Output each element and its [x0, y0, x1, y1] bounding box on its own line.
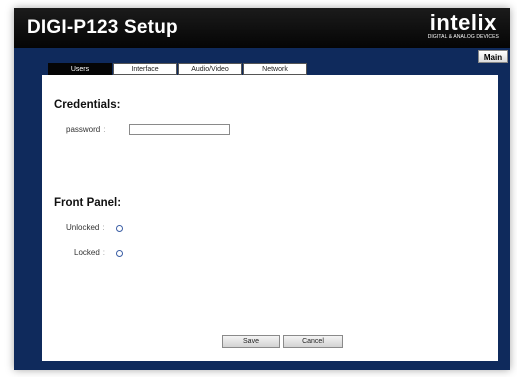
unlocked-label: Unlocked — [66, 223, 100, 232]
unlocked-radio[interactable] — [116, 225, 123, 232]
password-label-row: password: — [66, 125, 105, 134]
locked-label-row: Locked: — [74, 248, 105, 257]
colon-separator: : — [102, 223, 105, 232]
colon-separator: : — [102, 248, 106, 257]
tab-interface[interactable]: Interface — [113, 63, 177, 75]
cancel-button[interactable]: Cancel — [283, 335, 343, 348]
logo-word: intelix — [429, 10, 497, 35]
unlocked-label-row: Unlocked: — [66, 223, 105, 232]
locked-label: Locked — [74, 248, 100, 257]
logo-tagline: DIGITAL & ANALOG DEVICES — [427, 34, 499, 40]
colon-separator: : — [103, 125, 106, 134]
save-button[interactable]: Save — [222, 335, 280, 348]
tab-bar: Users Interface Audio/Video Network — [48, 63, 308, 75]
tab-users[interactable]: Users — [48, 63, 112, 75]
front-panel-heading: Front Panel: — [54, 197, 122, 209]
setup-window: DIGI-P123 Setup intelix DIGITAL & ANALOG… — [14, 8, 510, 370]
app-title: DIGI-P123 Setup — [27, 17, 178, 38]
credentials-heading: Credentials: — [54, 99, 121, 111]
main-button[interactable]: Main — [478, 50, 508, 63]
users-panel: Credentials: password: Front Panel: Unlo… — [42, 75, 498, 361]
tab-audio-video[interactable]: Audio/Video — [178, 63, 242, 75]
header-bar: DIGI-P123 Setup intelix DIGITAL & ANALOG… — [14, 8, 510, 48]
intelix-logo: intelix DIGITAL & ANALOG DEVICES — [428, 11, 499, 40]
tab-network[interactable]: Network — [243, 63, 307, 75]
password-label: password — [66, 125, 101, 134]
password-input[interactable] — [129, 124, 230, 135]
locked-radio[interactable] — [116, 250, 123, 257]
